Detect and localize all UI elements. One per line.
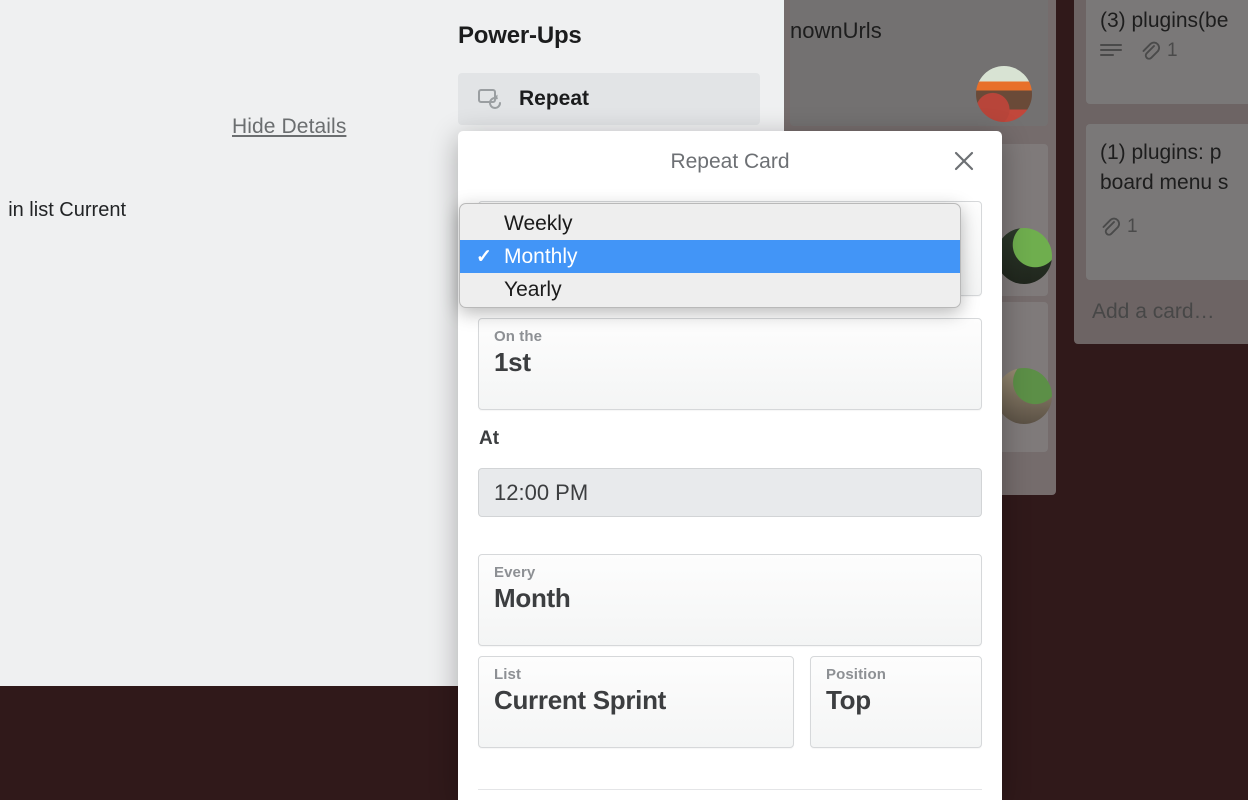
card-title-line1: (1) plugins: p	[1100, 141, 1222, 164]
time-input[interactable]: 12:00 PM	[478, 468, 982, 517]
powerup-label: Repeat	[519, 87, 590, 110]
member-avatar[interactable]	[996, 368, 1052, 424]
position-select[interactable]: Position Top	[810, 656, 982, 748]
list-b-card-1[interactable]: (3) plugins(be 1	[1086, 0, 1248, 104]
powerups-heading: Power-Ups	[458, 22, 582, 49]
field-label: List	[494, 666, 522, 683]
option-label: Yearly	[504, 277, 562, 301]
option-label: Weekly	[504, 211, 573, 235]
card-title-line2: board menu s	[1100, 171, 1229, 194]
attachment-count: 1	[1167, 40, 1178, 61]
card-detail-panel	[0, 0, 458, 686]
attachment-count: 1	[1127, 216, 1138, 237]
list-b-card-2[interactable]: (1) plugins: p board menu s 1	[1086, 124, 1248, 280]
dropdown-option-weekly[interactable]: Weekly	[460, 207, 960, 240]
field-label: Every	[494, 564, 536, 581]
field-value: Current Sprint	[494, 685, 667, 715]
field-value: 1st	[494, 347, 531, 377]
add-a-card-button[interactable]: Add a card…	[1092, 300, 1215, 324]
field-label: On the	[494, 328, 543, 345]
screen-root: (3) plugins(be 1 (1) plugins: p board me…	[0, 0, 1248, 800]
card-badges: 1	[1100, 40, 1178, 62]
member-avatar[interactable]	[976, 66, 1032, 122]
time-value: 12:00 PM	[494, 480, 589, 505]
modal-divider	[478, 789, 982, 790]
powerup-repeat-button[interactable]: Repeat	[458, 73, 760, 125]
field-value: Month	[494, 583, 571, 613]
modal-title: Repeat Card	[670, 150, 790, 173]
member-avatar[interactable]	[996, 228, 1052, 284]
dropdown-option-yearly[interactable]: Yearly	[460, 273, 960, 306]
activity-suffix: in list Current	[8, 199, 126, 221]
repeat-icon	[478, 89, 502, 109]
activity-entry: Sprint Review 👎 in list Current	[0, 198, 470, 222]
attachment-badge: 1	[1100, 216, 1138, 238]
card-title: nownUrls	[790, 18, 882, 43]
close-icon[interactable]	[952, 149, 976, 173]
field-label: Position	[826, 666, 886, 683]
thumbs-down-icon: 👎	[0, 200, 3, 221]
at-label: At	[479, 428, 500, 449]
on-the-day-select[interactable]: On the 1st	[478, 318, 982, 410]
card-badges: 1	[1100, 216, 1138, 238]
every-interval-select[interactable]: Every Month	[478, 554, 982, 646]
option-label: Monthly	[504, 244, 578, 268]
checkmark-icon: ✓	[476, 246, 492, 267]
field-value: Top	[826, 685, 871, 715]
attachment-badge: 1	[1140, 40, 1178, 62]
hide-details-link[interactable]: Hide Details	[232, 115, 346, 139]
frequency-dropdown-popup[interactable]: Weekly ✓ Monthly Yearly	[459, 203, 961, 308]
description-icon	[1100, 43, 1122, 59]
card-title: (3) plugins(be	[1100, 9, 1229, 32]
dropdown-option-monthly[interactable]: ✓ Monthly	[460, 240, 960, 273]
target-list-select[interactable]: List Current Sprint	[478, 656, 794, 748]
